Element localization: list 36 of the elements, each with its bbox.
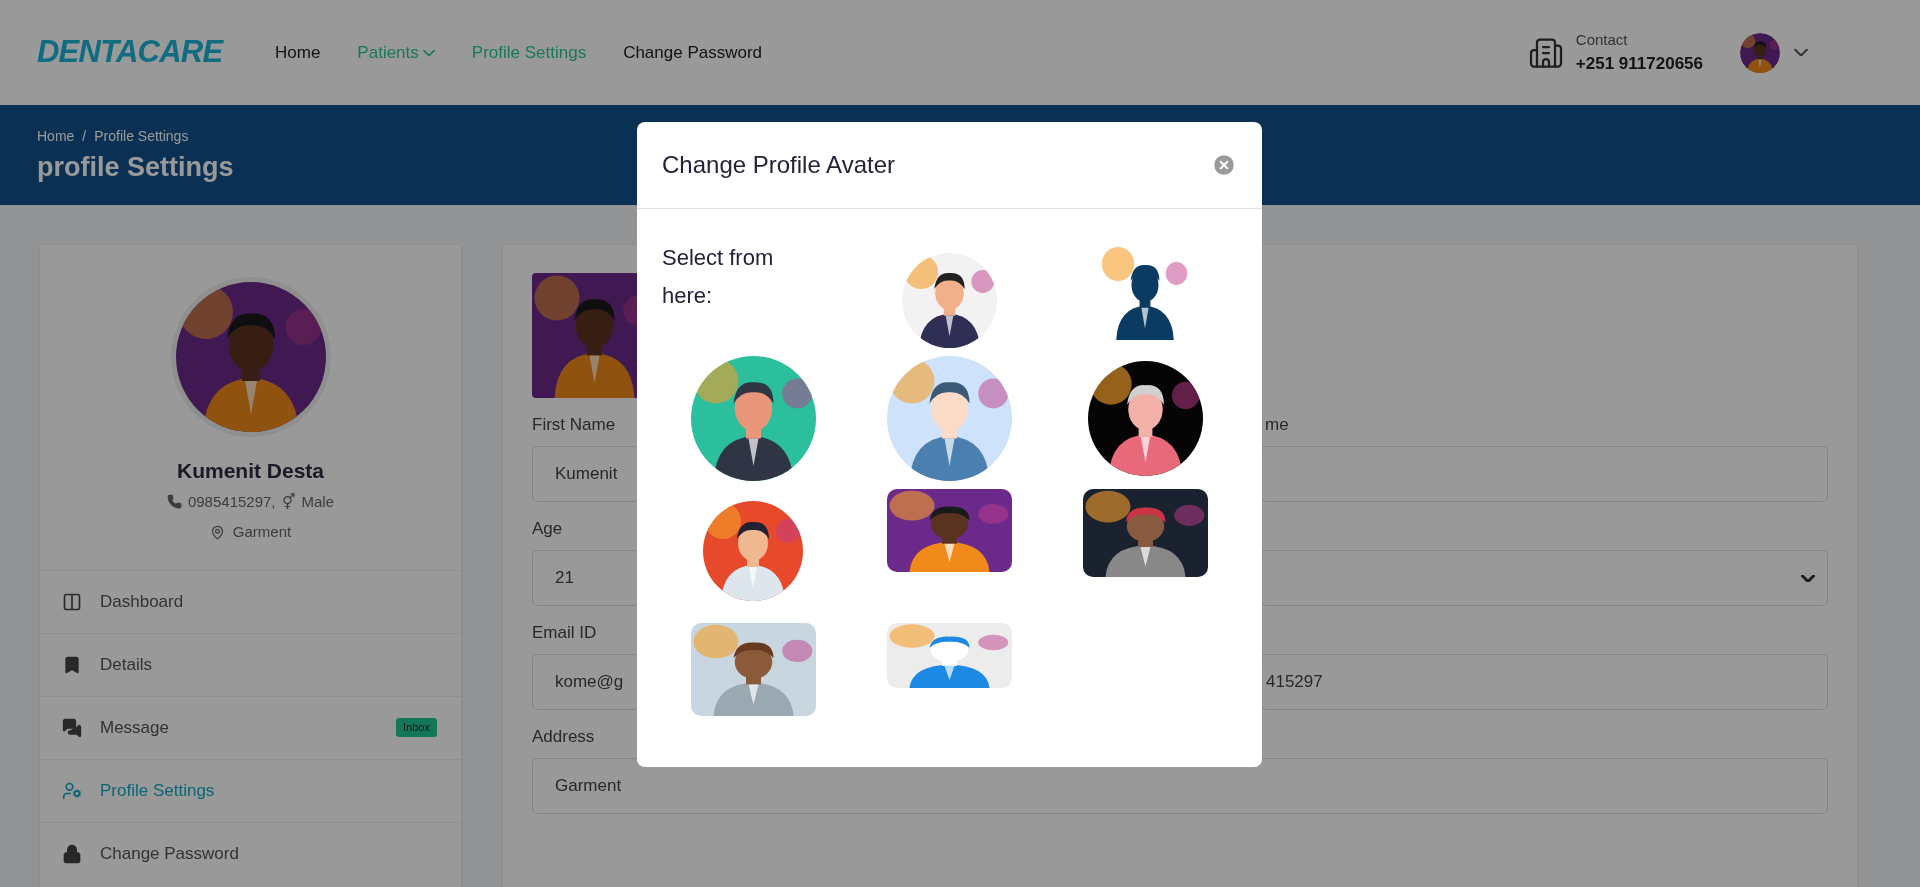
- nav-link[interactable]: Home: [275, 39, 321, 66]
- field-label: Email ID: [532, 622, 598, 644]
- field-label: First Name: [532, 414, 617, 436]
- breadcrumb-link[interactable]: Home: [37, 126, 75, 147]
- sidebar-item[interactable]: Details: [40, 632, 461, 696]
- sidebar-item[interactable]: Change Password: [40, 821, 461, 885]
- dashboard-icon: [62, 591, 82, 612]
- bookmark-icon: [62, 654, 82, 675]
- location-icon: [209, 524, 225, 540]
- user-gear-icon: [62, 780, 82, 801]
- dialog-prompt: Select from here:: [661, 244, 775, 310]
- close-icon[interactable]: [1211, 152, 1237, 178]
- breadcrumb-current: Profile Settings: [94, 127, 189, 146]
- field-label: me: [1264, 414, 1290, 436]
- sidebar-item[interactable]: Profile Settings: [40, 758, 461, 822]
- page-title: profile Settings: [37, 151, 234, 184]
- profile-gender: Male: [301, 491, 335, 512]
- chevron-down-icon: [1794, 49, 1808, 56]
- phone-icon: [166, 494, 182, 510]
- contact-phone: +251 911720656: [1575, 53, 1703, 75]
- gender-symbol: ⚥: [281, 491, 296, 512]
- contact-label: Contact: [1575, 29, 1629, 50]
- chat-icon: [62, 717, 82, 738]
- profile-address: Garment: [232, 522, 292, 542]
- profile-name: Kumenit Desta: [177, 458, 324, 484]
- sidebar-item[interactable]: Dashboard: [40, 569, 461, 633]
- field-label: Address: [532, 726, 596, 748]
- lock-icon: [62, 843, 82, 864]
- breadcrumb-separator: /: [82, 127, 87, 146]
- nav-link[interactable]: Change Password: [623, 39, 763, 66]
- profile-phone: 0985415297,: [187, 491, 276, 512]
- field-label: Age: [532, 518, 564, 540]
- sidebar-item[interactable]: Message Inbox: [40, 695, 461, 759]
- dialog-title: Change Profile Avater: [662, 150, 896, 180]
- chevron-down-icon: [1801, 574, 1815, 582]
- inbox-badge: Inbox: [396, 718, 437, 737]
